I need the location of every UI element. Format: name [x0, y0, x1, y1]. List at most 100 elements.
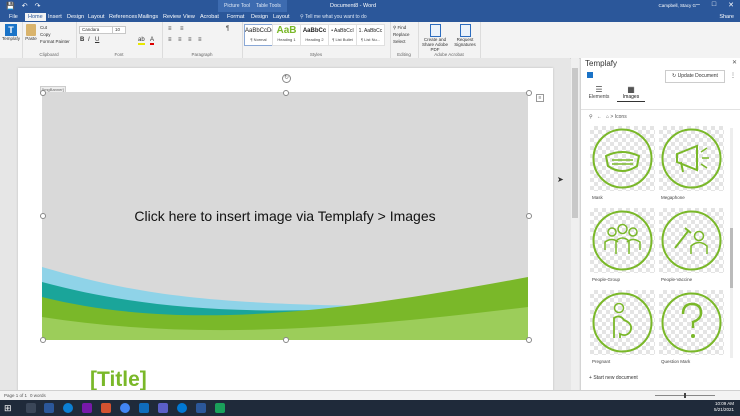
chrome-icon[interactable] [120, 403, 130, 413]
paste-button[interactable]: Paste [24, 24, 38, 41]
image-placeholder[interactable]: Click here to insert image via Templafy … [42, 92, 528, 340]
share-button[interactable]: Share [719, 13, 734, 21]
back-arrow-icon[interactable]: ← [597, 114, 602, 120]
image-tile-question-mark[interactable] [659, 290, 724, 355]
tab-home[interactable]: Home [25, 13, 46, 21]
word-count[interactable]: 0 words [30, 393, 46, 398]
windows-start-icon[interactable]: ⊞ [4, 403, 14, 413]
pilcrow-icon[interactable]: ¶ [226, 26, 229, 32]
copy-button[interactable]: Copy [40, 32, 51, 37]
more-options-icon[interactable]: ⋮ [730, 72, 736, 79]
bold-button[interactable]: B [80, 37, 84, 43]
resize-handle[interactable] [526, 90, 532, 96]
italic-button[interactable]: I [88, 37, 90, 43]
format-painter-button[interactable]: Format Painter [40, 39, 70, 44]
resize-handle[interactable] [40, 90, 46, 96]
account-name[interactable]: Campbell, Stacy G [658, 1, 696, 11]
font-size-select[interactable]: 10 [112, 26, 126, 34]
scrollbar-thumb[interactable] [572, 68, 578, 218]
align-center-icon[interactable]: ≡ [178, 37, 182, 43]
breadcrumb-current[interactable]: Icons [615, 114, 627, 120]
templafy-button[interactable]: T Templafy [2, 24, 20, 41]
request-signatures-label: Request Signatures [454, 37, 476, 47]
align-left-icon[interactable]: ≡ [168, 37, 172, 43]
numbering-icon[interactable]: ≡ [180, 26, 184, 32]
undo-icon[interactable]: ↶ [22, 2, 28, 10]
cut-button[interactable]: Cut [40, 25, 47, 30]
font-name-select[interactable]: Candara [79, 26, 113, 34]
green-app-icon[interactable] [215, 403, 225, 413]
pane-close-icon[interactable]: ✕ [732, 59, 737, 66]
tab-design[interactable]: Design [64, 13, 87, 21]
tab-table-design[interactable]: Design [248, 13, 271, 21]
tab-format[interactable]: Format [224, 13, 247, 21]
style-list-bullet[interactable]: • AaBbCcI ¶ List Bullet [328, 24, 357, 46]
word-app-icon[interactable] [44, 403, 54, 413]
image-tile-people-vaccine[interactable] [659, 208, 724, 273]
zoom-slider-thumb[interactable] [684, 393, 686, 398]
tell-me-box[interactable]: ⚲ Tell me what you want to do [300, 13, 367, 21]
redo-icon[interactable]: ↷ [35, 2, 41, 10]
underline-button[interactable]: U [95, 37, 99, 43]
update-document-button[interactable]: ↻ Update Document [665, 70, 725, 83]
resize-handle[interactable] [526, 213, 532, 219]
align-right-icon[interactable]: ≡ [188, 37, 192, 43]
rotate-handle-icon[interactable]: ↻ [282, 74, 291, 83]
resize-handle[interactable] [526, 337, 532, 343]
create-adobe-pdf-button[interactable]: Create and Share Adobe PDF [420, 24, 450, 52]
resize-handle[interactable] [40, 213, 46, 219]
maximize-icon[interactable]: □ [712, 1, 716, 9]
resize-handle[interactable] [283, 90, 289, 96]
browser-icon[interactable] [177, 403, 187, 413]
onenote-icon[interactable] [82, 403, 92, 413]
start-new-document-link[interactable]: + Start new document [589, 375, 638, 381]
justify-icon[interactable]: ≡ [198, 37, 202, 43]
image-tile-pregnant[interactable] [590, 290, 655, 355]
task-view-icon[interactable] [26, 403, 36, 413]
pane-scrollbar-thumb[interactable] [730, 228, 733, 288]
pane-scrollbar[interactable] [730, 128, 733, 358]
taskbar-clock[interactable]: 10:09 AM 5/21/2021 [714, 401, 734, 413]
tab-elements[interactable]: ☰ Elements [585, 85, 613, 100]
select-button[interactable]: Select [393, 39, 406, 44]
document-scrollbar[interactable] [571, 58, 579, 390]
tab-images[interactable]: ▦ Images [617, 85, 645, 102]
tab-mailings[interactable]: Mailings [135, 13, 161, 21]
style-normal[interactable]: AaBbCcDd ¶ Normal [244, 24, 275, 46]
highlight-button[interactable]: ab [138, 37, 145, 45]
save-icon[interactable]: 💾 [6, 2, 15, 10]
bullets-icon[interactable]: ≡ [168, 26, 172, 32]
word-doc-icon[interactable] [196, 403, 206, 413]
style-heading-1[interactable]: AaB Heading 1 [272, 24, 301, 46]
tile-label: People-Vaccine [661, 277, 693, 282]
powerpoint-icon[interactable] [101, 403, 111, 413]
edge-icon[interactable] [63, 403, 73, 413]
tab-view[interactable]: View [180, 13, 198, 21]
style-heading-2[interactable]: AaBbCc Heading 2 [300, 24, 329, 46]
layout-options-icon[interactable]: ≡ [536, 94, 544, 102]
font-color-button[interactable]: A [150, 37, 155, 45]
minimize-icon[interactable]: – [696, 1, 700, 9]
title-placeholder[interactable]: [Title] [90, 368, 147, 392]
find-button[interactable]: ⚲ Find [393, 25, 406, 31]
search-icon[interactable]: ⚲ [589, 114, 593, 120]
replace-button[interactable]: Replace [393, 32, 410, 37]
home-icon[interactable]: ⌂ [606, 114, 609, 120]
megaphone-icon [661, 128, 722, 189]
request-signatures-button[interactable]: Request Signatures [451, 24, 479, 47]
tab-insert[interactable]: Insert [45, 13, 65, 21]
image-tile-mask[interactable] [590, 126, 655, 191]
resize-handle[interactable] [283, 337, 289, 343]
close-icon[interactable]: ✕ [728, 1, 734, 9]
teams-icon[interactable] [158, 403, 168, 413]
tab-acrobat[interactable]: Acrobat [197, 13, 222, 21]
tab-table-layout[interactable]: Layout [270, 13, 293, 21]
style-list-number[interactable]: 1. AaBbCc ¶ List Nu... [356, 24, 385, 46]
outlook-icon[interactable] [139, 403, 149, 413]
resize-handle[interactable] [40, 337, 46, 343]
image-tile-people-group[interactable] [590, 208, 655, 273]
tab-layout[interactable]: Layout [85, 13, 108, 21]
page-count[interactable]: Page 1 of 1 [4, 393, 27, 398]
image-tile-megaphone[interactable] [659, 126, 724, 191]
tab-file[interactable]: File [6, 13, 21, 21]
